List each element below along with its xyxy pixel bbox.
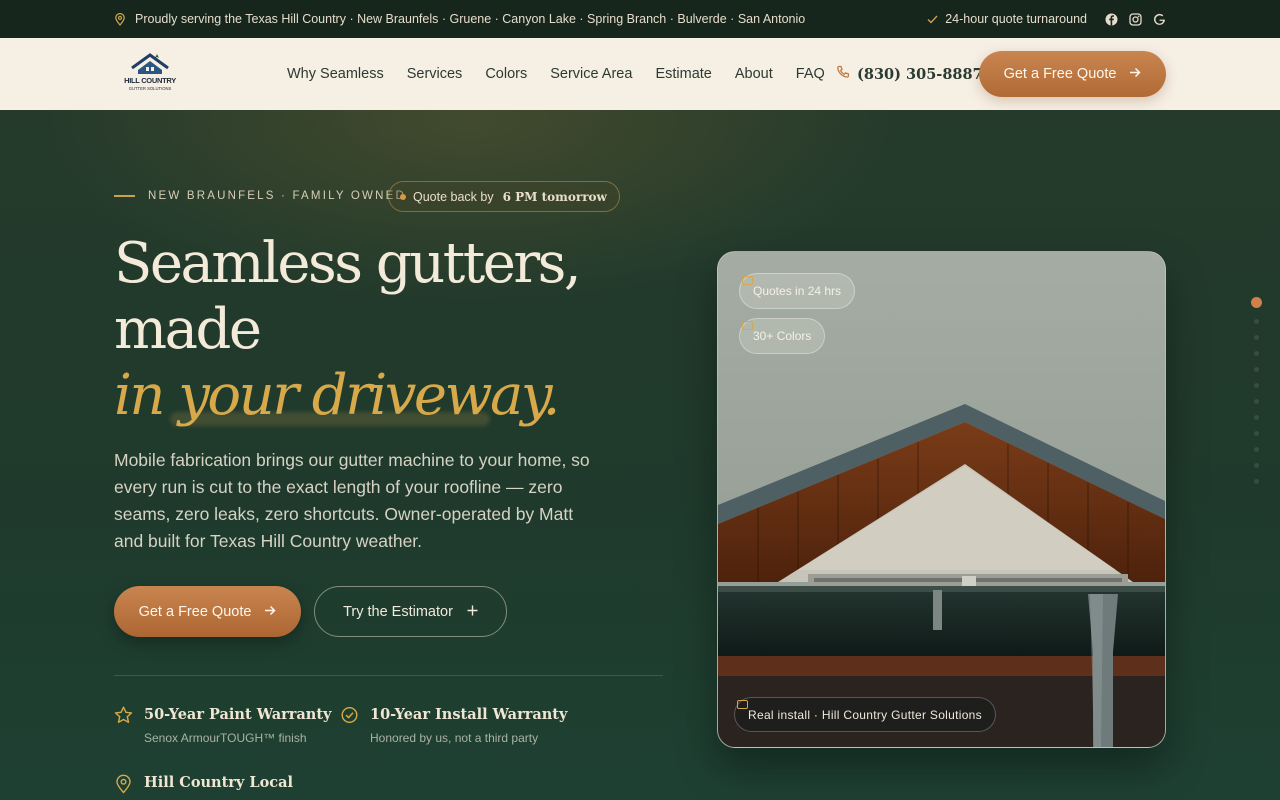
nav-link-services[interactable]: Services <box>407 66 463 82</box>
status-dot <box>400 193 406 200</box>
try-estimator-button[interactable]: Try the Estimator <box>314 586 507 637</box>
install-photo-card: Quotes in 24 hrs 30+ Colors Real install… <box>717 251 1166 748</box>
svg-text:GUTTER SOLUTIONS: GUTTER SOLUTIONS <box>129 86 172 91</box>
progress-dot[interactable] <box>1254 319 1259 324</box>
feature-hill-country-local: Hill Country Local <box>114 774 293 799</box>
badge-icon <box>742 321 753 330</box>
facebook-icon[interactable] <box>1105 13 1118 26</box>
arrow-right-icon <box>264 604 276 620</box>
phone-icon <box>836 65 850 83</box>
hero-eyebrow: NEW BRAUNFELS · FAMILY OWNED <box>114 181 406 211</box>
progress-dot-active[interactable] <box>1251 297 1262 308</box>
pill-time: 6 PM tomorrow <box>502 189 607 204</box>
section-progress-dots <box>1251 297 1263 484</box>
get-quote-label: Get a Free Quote <box>138 603 252 620</box>
progress-dot[interactable] <box>1254 383 1259 388</box>
plus-icon <box>467 604 478 620</box>
nav-get-quote-button[interactable]: Get a Free Quote <box>979 51 1166 97</box>
svg-text:HILL COUNTRY: HILL COUNTRY <box>124 76 176 85</box>
estimator-label: Try the Estimator <box>343 603 453 620</box>
camera-icon <box>737 700 748 709</box>
feature-subtitle: Senox ArmourTOUGH™ finish <box>144 731 307 745</box>
phone-link[interactable]: (830) 305-8887 <box>836 38 983 110</box>
service-area-notice: Proudly serving the Texas Hill Country ·… <box>114 0 805 38</box>
headline-line-2: made <box>114 297 262 362</box>
phone-number: (830) 305-8887 <box>857 65 983 83</box>
quote-timing-pill: Quote back by 6 PM tomorrow <box>388 181 620 212</box>
progress-dot[interactable] <box>1254 335 1259 340</box>
nav-link-service-area[interactable]: Service Area <box>550 66 632 82</box>
feature-install-warranty: 10-Year Install Warranty Honored by us, … <box>340 706 567 745</box>
nav-link-why-seamless[interactable]: Why Seamless <box>287 66 384 82</box>
progress-dot[interactable] <box>1254 479 1259 484</box>
google-icon[interactable] <box>1153 13 1166 26</box>
nav-link-colors[interactable]: Colors <box>485 66 527 82</box>
progress-dot[interactable] <box>1254 431 1259 436</box>
get-quote-button[interactable]: Get a Free Quote <box>114 586 301 637</box>
badge-quotes-24hrs: Quotes in 24 hrs <box>739 273 856 309</box>
arrow-right-icon <box>1129 66 1141 82</box>
feature-title: 50-Year Paint Warranty <box>144 706 332 723</box>
company-logo[interactable]: HILL COUNTRY GUTTER SOLUTIONS <box>124 50 176 96</box>
photo-caption: Real install · Hill Country Gutter Solut… <box>734 697 996 732</box>
nav-link-faq[interactable]: FAQ <box>796 66 825 82</box>
progress-dot[interactable] <box>1254 447 1259 452</box>
nav-cta-label: Get a Free Quote <box>1003 66 1117 82</box>
check-icon <box>927 15 938 24</box>
headline-line-1: Seamless gutters, <box>114 231 582 296</box>
map-pin-icon <box>114 12 126 26</box>
headline-line-3: in your driveway. <box>114 363 560 428</box>
badge-text: 30+ Colors <box>753 329 812 343</box>
progress-dot[interactable] <box>1254 463 1259 468</box>
feature-title: Hill Country Local <box>144 774 293 791</box>
feature-paint-warranty: 50-Year Paint Warranty Senox ArmourTOUGH… <box>114 706 331 745</box>
service-area-text: Proudly serving the Texas Hill Country ·… <box>135 12 806 26</box>
nav-link-estimate[interactable]: Estimate <box>655 66 711 82</box>
pill-prefix: Quote back by <box>413 189 494 204</box>
nav-link-about[interactable]: About <box>735 66 773 82</box>
eyebrow-rule <box>114 195 135 197</box>
caption-text: Real install · Hill Country Gutter Solut… <box>748 707 982 722</box>
turnaround-text: 24-hour quote turnaround <box>945 12 1087 26</box>
badge-colors: 30+ Colors <box>739 318 826 354</box>
hero-description: Mobile fabrication brings our gutter mac… <box>114 450 590 551</box>
map-pin-icon <box>114 774 133 799</box>
eyebrow-text: NEW BRAUNFELS · FAMILY OWNED <box>148 190 406 202</box>
badge-text: Quotes in 24 hrs <box>753 284 842 298</box>
progress-dot[interactable] <box>1254 367 1259 372</box>
feature-subtitle: Honored by us, not a third party <box>370 731 539 745</box>
turnaround-notice: 24-hour quote turnaround <box>927 12 1087 26</box>
instagram-icon[interactable] <box>1129 12 1142 26</box>
hero-divider <box>114 675 663 676</box>
progress-dot[interactable] <box>1254 351 1259 356</box>
progress-dot[interactable] <box>1254 415 1259 420</box>
main-navigation: HILL COUNTRY GUTTER SOLUTIONS Why Seamle… <box>0 38 1280 110</box>
star-icon <box>114 706 133 745</box>
badge-icon <box>742 276 753 285</box>
feature-title: 10-Year Install Warranty <box>370 706 568 723</box>
progress-dot[interactable] <box>1254 399 1259 404</box>
top-bar: Proudly serving the Texas Hill Country ·… <box>0 0 1280 38</box>
hero-section: NEW BRAUNFELS · FAMILY OWNED Quote back … <box>0 110 1280 800</box>
check-circle-icon <box>340 706 359 745</box>
